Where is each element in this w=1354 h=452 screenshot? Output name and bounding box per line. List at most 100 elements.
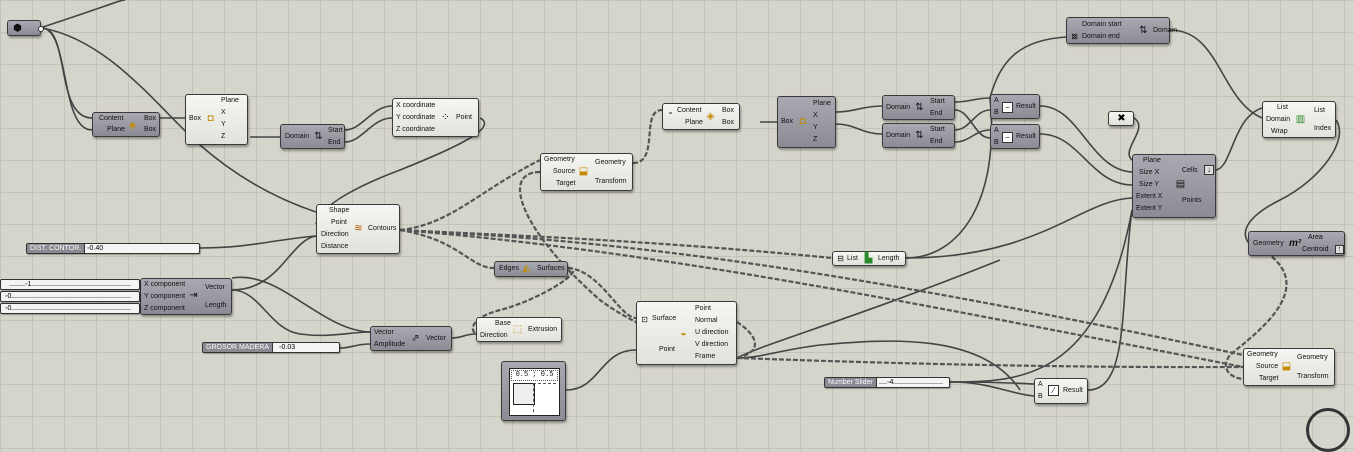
output-end[interactable]: End [328,139,340,147]
input-target[interactable]: Target [556,180,575,188]
output-start[interactable]: Start [930,98,945,106]
output-box[interactable]: Box [144,126,156,134]
input-x-component[interactable]: X component [144,281,185,289]
output-end[interactable]: End [930,110,942,118]
slider-value[interactable]: ◦0 [5,304,12,313]
input-content[interactable]: Content [677,107,702,115]
input-geometry[interactable]: Geometry [544,156,575,164]
output-frame[interactable]: Frame [695,353,715,361]
output-vector[interactable]: Vector [426,335,446,343]
input-b[interactable]: B [1038,393,1043,401]
output-result[interactable]: Result [1016,133,1036,141]
input-distance[interactable]: Distance [321,243,348,251]
input-domain[interactable]: Domain [886,104,910,112]
output-cells[interactable]: Cells [1182,167,1198,175]
output-box[interactable]: Box [722,119,734,127]
input-source[interactable]: Source [1256,363,1278,371]
input-size-x[interactable]: Size X [1139,169,1159,177]
deconstruct-domain-component[interactable]: Domain ⇅ Start End [882,123,955,148]
output-z[interactable]: Z [221,133,225,141]
output-plane[interactable]: Plane [813,100,831,108]
output-box[interactable]: Box [144,115,156,123]
output-point[interactable]: Point [695,305,711,313]
input-plane[interactable]: Plane [1143,157,1161,165]
subtraction-component[interactable]: A B − Result [990,124,1040,149]
box-properties-component[interactable]: Content Plane ◈ Box Box [92,112,160,137]
input-base[interactable]: Base [495,320,511,328]
amplitude-component[interactable]: Vector Amplitude ⇗ Vector [370,326,452,351]
output-area[interactable]: Area [1308,234,1323,242]
input-list[interactable]: List [847,255,858,263]
extrusion-component[interactable]: Base Direction ⬚ Extrusion [476,317,562,342]
input-plane[interactable]: Plane [107,126,125,134]
output-vector[interactable]: Vector [205,284,225,292]
grosor-madera-slider[interactable]: GROSOR MADERA ◦0.03 [202,342,340,353]
input-a[interactable]: A [994,127,999,135]
output-transform[interactable]: Transform [1297,373,1329,381]
output-z[interactable]: Z [813,136,817,144]
output-port[interactable] [38,26,44,32]
input-amplitude[interactable]: Amplitude [374,341,405,349]
division-component[interactable]: A B ⁄ Result [1034,378,1088,404]
output-plane[interactable]: Plane [221,97,239,105]
md-slider-pad[interactable]: 0.5 ; 0.5 [509,368,560,416]
output-length[interactable]: Length [205,302,226,310]
z-component-slider[interactable]: ◦0 [0,303,140,314]
output-contours[interactable]: Contours [368,225,396,233]
input-direction[interactable]: Direction [321,231,349,239]
input-y-component[interactable]: Y component [144,293,185,301]
output-geometry[interactable]: Geometry [1297,354,1328,362]
output-start[interactable]: Start [328,127,343,135]
slider-value[interactable]: ◦0 [5,292,12,301]
input-b[interactable]: B [994,109,999,117]
output-x[interactable]: X [813,112,818,120]
output-y[interactable]: Y [221,121,226,129]
output-u-direction[interactable]: U direction [695,329,728,337]
output-extrusion[interactable]: Extrusion [528,326,557,334]
input-vector[interactable]: Vector [374,329,394,337]
output-result[interactable]: Result [1016,103,1036,111]
input-box[interactable]: Box [189,115,201,123]
geometry-param[interactable]: ⬢ [7,20,44,36]
input-a[interactable]: A [1038,381,1043,389]
construct-domain-component[interactable]: Domain start ⊠ Domain end ⇅ Domain [1066,17,1177,44]
output-length[interactable]: Length [878,255,899,263]
md-slider[interactable]: 0.5 ; 0.5 [501,361,566,421]
output-transform[interactable]: Transform [595,178,627,186]
input-z-coordinate[interactable]: Z coordinate [396,126,435,134]
input-content[interactable]: Content [99,115,124,123]
output-point[interactable]: Point [456,114,472,122]
rectangular-grid-component[interactable]: Plane Size X Size Y Extent X Extent Y ▤ … [1132,154,1216,218]
deconstruct-box-component[interactable]: Box ◘ Plane X Y Z [185,94,248,145]
input-domain-end[interactable]: Domain end [1082,33,1120,41]
deconstruct-box-component[interactable]: Box ◘ Plane X Y Z [777,96,836,148]
output-box[interactable]: Box [722,107,734,115]
slider-value[interactable]: ◦0.40 [87,244,103,253]
area-component[interactable]: Geometry m² Area Centroid ↑ [1248,231,1345,256]
input-edges[interactable]: Edges [499,265,519,273]
param-component[interactable]: ✖ [1108,111,1134,126]
input-list[interactable]: List [1277,104,1288,112]
input-source[interactable]: Source [553,168,575,176]
input-target[interactable]: Target [1259,375,1278,383]
output-normal[interactable]: Normal [695,317,718,325]
deconstruct-domain-component[interactable]: Domain ⇅ Start End [280,124,345,149]
box-properties-component[interactable]: ⌄ Content Plane ◈ Box Box [662,103,740,130]
input-geometry[interactable]: Geometry [1253,240,1284,248]
vector-xyz-component[interactable]: X component Y component Z component ⇥ Ve… [140,278,232,315]
input-y-coordinate[interactable]: Y coordinate [396,114,435,122]
input-domain-start[interactable]: Domain start [1082,21,1122,29]
evaluate-surface-component[interactable]: ⊡ Surface Point ◒ Point Normal U directi… [636,301,737,365]
contours-component[interactable]: Shape Point Direction Distance ≋ Contour… [316,204,400,254]
list-length-component[interactable]: ⊟ List ▙ Length [832,251,906,266]
navigation-wheel-icon[interactable] [1306,408,1350,452]
input-domain[interactable]: Domain [285,133,309,141]
output-end[interactable]: End [930,138,942,146]
output-surfaces[interactable]: Surfaces [537,265,565,273]
input-extent-y[interactable]: Extent Y [1136,205,1162,213]
input-shape[interactable]: Shape [329,207,349,215]
input-extent-x[interactable]: Extent X [1136,193,1162,201]
output-points[interactable]: Points [1182,197,1201,205]
output-geometry[interactable]: Geometry [595,159,626,167]
input-x-coordinate[interactable]: X coordinate [396,102,435,110]
